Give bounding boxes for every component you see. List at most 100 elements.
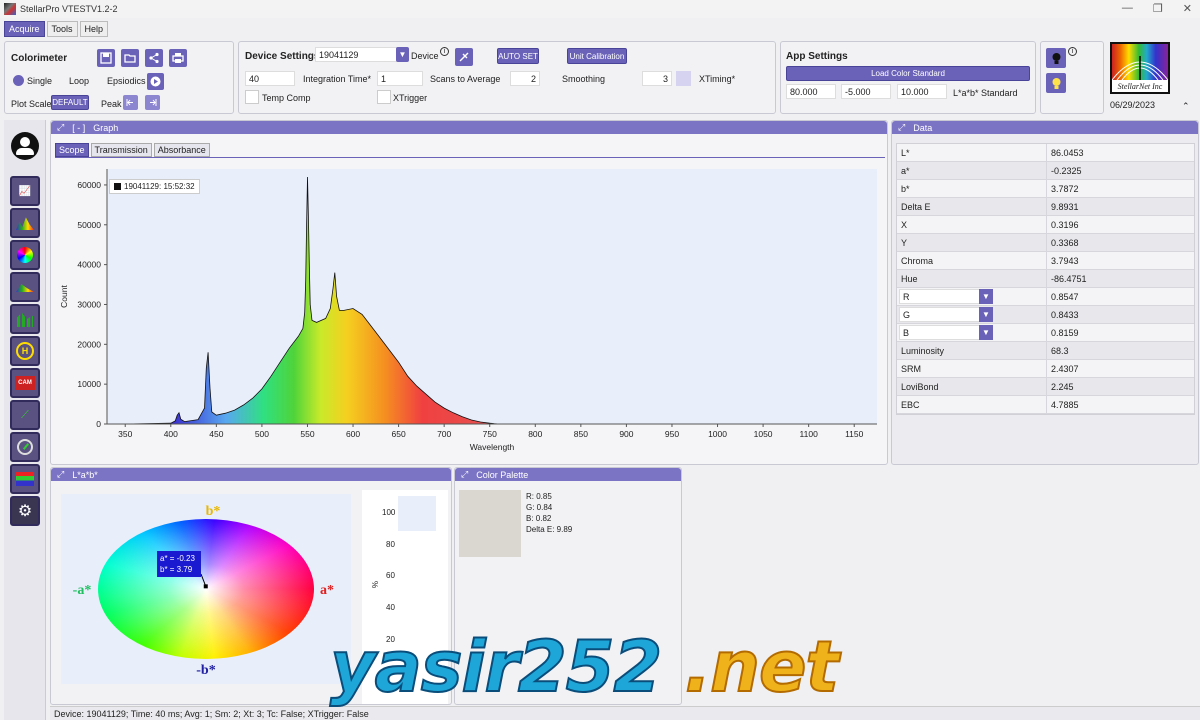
open-folder-button[interactable]: [121, 49, 139, 67]
mode-single-label: Single: [27, 76, 53, 86]
sidebar-item-peaks[interactable]: [10, 208, 40, 238]
share-button[interactable]: [145, 49, 163, 67]
xtrigger-checkbox[interactable]: [377, 90, 391, 104]
sidebar-item-irradiance[interactable]: [10, 272, 40, 302]
mode-loop-radio[interactable]: [55, 75, 66, 86]
device-select[interactable]: 19041129: [315, 47, 397, 62]
collapse-toggle[interactable]: [ - ]: [72, 123, 85, 133]
minimize-button[interactable]: —: [1122, 2, 1133, 15]
integration-time-value: 40: [249, 73, 260, 84]
save-button[interactable]: [97, 49, 115, 67]
data-label: SRM: [897, 360, 1047, 377]
scans-to-average-label: Scans to Average: [430, 74, 501, 84]
data-value: 0.3368: [1051, 237, 1079, 248]
spectrum-chart[interactable]: 350 400 450 500 550 600 650 700 750 800 850 900 950 1…: [57, 163, 883, 461]
close-button[interactable]: ✕: [1183, 2, 1192, 15]
tab-absorbance[interactable]: Absorbance: [153, 143, 210, 157]
scans-to-average-input[interactable]: 1: [377, 71, 423, 86]
x-tick-label: 1100: [800, 429, 819, 439]
gear-icon: ⚙: [17, 503, 33, 520]
xtiming-label: XTiming*: [699, 74, 736, 84]
tab-scope[interactable]: Scope: [55, 143, 89, 157]
integration-time-input[interactable]: 40: [245, 71, 295, 86]
lamp-info-icon[interactable]: i: [1068, 47, 1077, 56]
logo-graphic: [1112, 56, 1168, 80]
menu-tools[interactable]: Tools: [46, 21, 78, 37]
expand-icon[interactable]: ⤢: [461, 469, 468, 480]
mode-single-radio[interactable]: [13, 75, 24, 86]
a-plus-label: a*: [320, 583, 334, 598]
xtiming-input[interactable]: 3: [642, 71, 672, 86]
lamp-on-button[interactable]: [1046, 73, 1066, 93]
chevron-up-icon[interactable]: ⌃: [1182, 101, 1190, 112]
expand-icon[interactable]: ⤢: [57, 122, 64, 133]
lab-point: [203, 584, 208, 589]
sidebar-item-spectrum[interactable]: 📈: [10, 176, 40, 206]
user-avatar-icon[interactable]: [11, 132, 39, 160]
h-circle-icon: H: [16, 342, 34, 360]
data-label: Hue: [897, 270, 1047, 287]
auto-set-button[interactable]: AUTO SET: [497, 48, 539, 64]
color-wheel-icon: [17, 247, 33, 263]
lamp-off-button[interactable]: [1046, 48, 1066, 68]
sidebar-item-cam[interactable]: CAM: [10, 368, 40, 398]
expand-icon[interactable]: ⤢: [898, 122, 905, 133]
temp-comp-checkbox[interactable]: [245, 90, 259, 104]
device-info-icon[interactable]: i: [440, 47, 449, 56]
graph-title: Graph: [93, 122, 119, 133]
standard-b-input[interactable]: 10.000: [897, 84, 947, 99]
unit-calibration-button[interactable]: Unit Calibration: [567, 48, 627, 64]
trend-chart-icon: ⟋: [21, 408, 29, 421]
chevron-down-icon[interactable]: ▼: [979, 307, 993, 322]
info-glyph: i: [1071, 48, 1074, 55]
x-tick-label: 600: [346, 429, 360, 439]
peak-prev-button[interactable]: [123, 95, 138, 110]
peak-next-button[interactable]: [145, 95, 160, 110]
standard-l-input[interactable]: 80.000: [786, 84, 836, 99]
channel-select[interactable]: R: [899, 289, 987, 304]
palette-b: B: 0.82: [526, 514, 552, 523]
data-label: Luminosity: [897, 342, 1047, 359]
data-value: 3.7872: [1051, 183, 1079, 194]
y-tick-label: 50000: [77, 220, 101, 230]
standard-a-input[interactable]: -5.000: [841, 84, 891, 99]
menu-acquire[interactable]: Acquire: [4, 21, 45, 37]
channel-select[interactable]: G: [899, 307, 987, 322]
menu-help[interactable]: Help: [79, 21, 109, 37]
channel-select[interactable]: B: [899, 325, 987, 340]
bar-tick-60: 60: [386, 571, 395, 580]
smoothing-input[interactable]: 2: [510, 71, 540, 86]
bar-tick-40: 40: [386, 603, 395, 612]
data-row: L* 86.0453: [897, 144, 1194, 162]
plot-scale-button[interactable]: DEFAULT: [51, 95, 89, 110]
chevron-down-icon[interactable]: ▼: [979, 325, 993, 340]
colorimeter-panel: Colorimeter Single Loop Epsiodics Plot S…: [4, 41, 234, 114]
sidebar-item-settings[interactable]: ⚙: [10, 496, 40, 526]
sidebar-item-color[interactable]: [10, 240, 40, 270]
device-dropdown-button[interactable]: ▼: [396, 47, 409, 62]
data-label: LoviBond: [897, 378, 1047, 395]
run-button[interactable]: [147, 73, 164, 90]
chevron-down-icon[interactable]: ▼: [979, 289, 993, 304]
sidebar-item-hazard[interactable]: H: [10, 336, 40, 366]
y-tick-label: 0: [96, 419, 101, 429]
b-minus-label: -b*: [196, 663, 215, 678]
sidebar-item-gauge[interactable]: [10, 432, 40, 462]
device-connect-button[interactable]: [455, 48, 473, 66]
load-color-standard-button[interactable]: Load Color Standard: [786, 66, 1030, 81]
restore-button[interactable]: ❐: [1153, 2, 1163, 15]
rainbow-peaks-icon: [16, 217, 34, 230]
sidebar-item-trend[interactable]: ⟋: [10, 400, 40, 430]
mode-episodic-radio[interactable]: [93, 75, 104, 86]
tab-transmission[interactable]: Transmission: [90, 143, 152, 157]
x-tick-label: 1000: [708, 429, 727, 439]
lab-color-wheel[interactable]: b* a* -a* -b* a* = -0.23 b* = 3.79: [61, 494, 351, 684]
x-tick-label: 900: [619, 429, 633, 439]
sidebar-item-bars[interactable]: [10, 304, 40, 334]
title-bar: StellarPro VTESTV1.2-2 — ❐ ✕: [0, 0, 1200, 18]
print-button[interactable]: [169, 49, 187, 67]
expand-icon[interactable]: ⤢: [57, 469, 64, 480]
sidebar-item-multi[interactable]: [10, 464, 40, 494]
gauge-icon: [17, 439, 33, 455]
device-label: Device: [411, 51, 439, 61]
